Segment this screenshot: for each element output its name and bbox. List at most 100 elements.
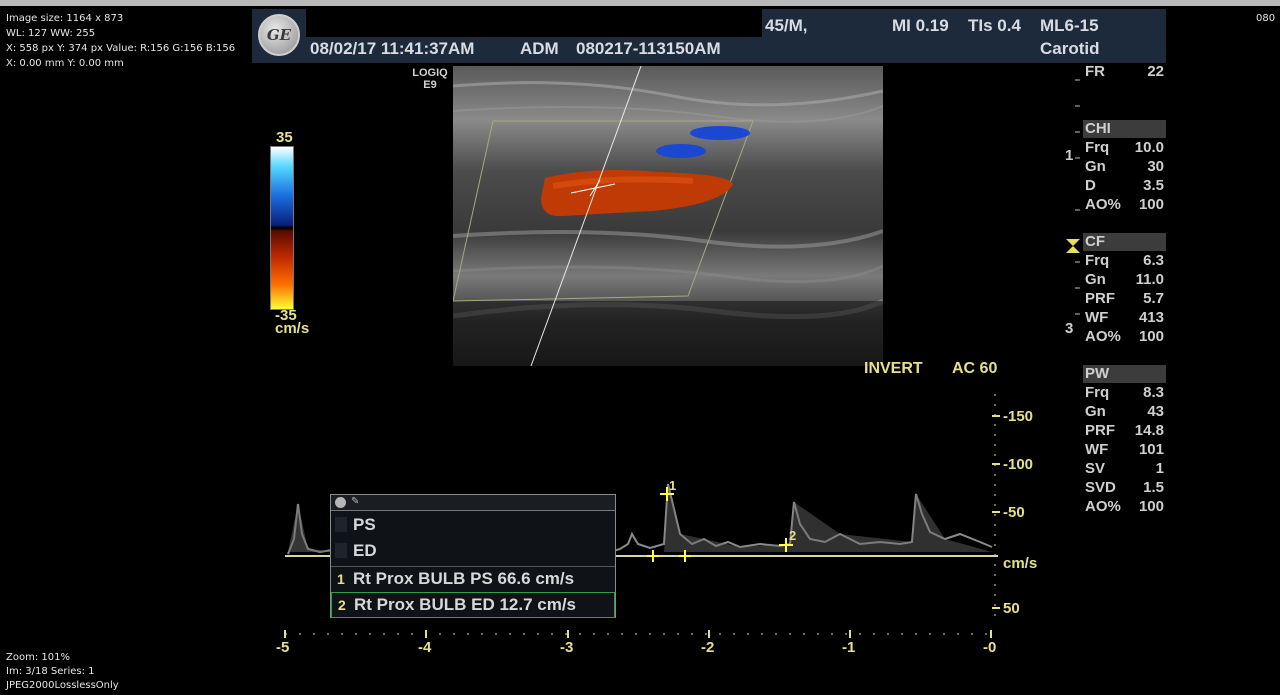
- section-pw-title: PW: [1085, 365, 1110, 382]
- param-key: D: [1085, 177, 1096, 194]
- caliper-ps-label: 1: [669, 478, 677, 493]
- cursor-mm-text: X: 0.00 mm Y: 0.00 mm: [6, 58, 124, 69]
- param-value: 8.3: [1143, 384, 1164, 401]
- measurement-result-text: Rt Prox BULB PS 66.6 cm/s: [353, 569, 575, 588]
- param-value: 3.5: [1143, 177, 1164, 194]
- depth-label-3: 3: [1065, 320, 1074, 337]
- param-row: Gn 30: [1085, 158, 1164, 177]
- time-tick-label: -5: [276, 639, 290, 656]
- image-size-text: Image size: 1164 x 873: [6, 13, 124, 24]
- param-key: Frq: [1085, 139, 1110, 156]
- param-value: 1.5: [1143, 479, 1164, 496]
- param-row: AO% 100: [1085, 328, 1164, 347]
- param-key: PRF: [1085, 422, 1115, 439]
- patient-age-sex: 45/M,: [765, 16, 808, 35]
- color-scale-unit: cm/s: [275, 320, 310, 337]
- exam-id: 080217-113150AM: [576, 39, 721, 58]
- focus-marker-icon[interactable]: [1066, 239, 1080, 253]
- param-row: SVD 1.5: [1085, 479, 1164, 498]
- section-chi-header: CHI: [1083, 120, 1166, 138]
- velocity-unit-label: cm/s: [1003, 555, 1038, 572]
- measurement-result-selected[interactable]: 2 Rt Prox BULB ED 12.7 cm/s: [331, 592, 615, 618]
- param-row: PRF 14.8: [1085, 422, 1164, 441]
- param-value: 413: [1138, 309, 1164, 326]
- series-text: Im: 3/18 Series: 1: [6, 666, 95, 677]
- device-variant: E9: [423, 79, 437, 91]
- param-value: 10.0: [1134, 139, 1164, 156]
- panel-grip-icon[interactable]: ✎: [351, 496, 359, 507]
- param-key: WF: [1085, 309, 1109, 326]
- time-tick-label: -2: [701, 639, 715, 656]
- param-key: SV: [1085, 460, 1106, 477]
- cursor-value-text: X: 558 px Y: 374 px Value: R:156 G:156 B…: [6, 43, 236, 54]
- param-fr-key: FR: [1085, 63, 1105, 80]
- time-tick-label: -4: [418, 639, 432, 656]
- color-scale-max: 35: [276, 129, 293, 146]
- time-tick-label: -3: [560, 639, 574, 656]
- section-chi-title: CHI: [1085, 120, 1111, 137]
- param-key: SVD: [1085, 479, 1116, 496]
- param-value: 100: [1138, 498, 1164, 515]
- operator-label: ADM: [520, 39, 559, 58]
- exam-datetime: 08/02/17 11:41:37AM: [310, 39, 475, 58]
- measurement-item-label: PS: [353, 515, 376, 534]
- measurement-result-text: Rt Prox BULB ED 12.7 cm/s: [354, 595, 577, 614]
- zoom-text: Zoom: 101%: [6, 652, 70, 663]
- time-tick-label: -0: [983, 639, 997, 656]
- measurement-panel: ✎ PS ED 1 Rt Prox BULB PS 66.6 cm/s 2 Rt…: [330, 494, 616, 618]
- param-key: Frq: [1085, 252, 1110, 269]
- param-row: Frq 6.3: [1085, 252, 1164, 271]
- section-cf-header: CF: [1083, 233, 1166, 251]
- param-value: 11.0: [1135, 271, 1164, 288]
- param-row: WF 101: [1085, 441, 1164, 460]
- param-row: PRF 5.7: [1085, 290, 1164, 309]
- param-row: Frq 10.0: [1085, 139, 1164, 158]
- param-key: AO%: [1085, 196, 1121, 213]
- mechanical-index: MI 0.19: [892, 16, 949, 35]
- thermal-index: TIs 0.4: [968, 16, 1021, 35]
- param-key: WF: [1085, 441, 1109, 458]
- velocity-tick-label: -150: [1003, 408, 1034, 425]
- param-value: 30: [1147, 158, 1164, 175]
- velocity-tick-label: 50: [1003, 600, 1020, 617]
- window-top-bar: [0, 0, 1280, 6]
- device-label: LOGIQ E9: [410, 67, 450, 91]
- panel-menu-icon[interactable]: [335, 497, 346, 508]
- measurement-panel-titlebar[interactable]: ✎: [331, 495, 615, 511]
- measurement-item-label: ED: [353, 541, 377, 560]
- device-model: LOGIQ: [412, 67, 448, 79]
- color-velocity-bar: [270, 146, 294, 310]
- param-row: Frq 8.3: [1085, 384, 1164, 403]
- param-value: 100: [1138, 196, 1164, 213]
- caliper-time-marker-a: [647, 550, 659, 562]
- param-value: 43: [1147, 403, 1164, 420]
- measurement-result[interactable]: 1 Rt Prox BULB PS 66.6 cm/s: [331, 566, 615, 591]
- depth-label-1: 1: [1065, 147, 1074, 164]
- param-key: Gn: [1085, 403, 1106, 420]
- measurement-item-swatch: [335, 543, 347, 558]
- invert-label: INVERT: [864, 360, 923, 377]
- depth-ruler-ticks: [1075, 79, 1080, 315]
- probe-name: ML6-15: [1040, 16, 1099, 35]
- measurement-item[interactable]: ED: [331, 539, 615, 564]
- param-key: PRF: [1085, 290, 1115, 307]
- measurement-item-swatch: [335, 517, 347, 532]
- angle-correction-label: AC 60: [952, 360, 998, 377]
- param-key: AO%: [1085, 498, 1121, 515]
- param-row: Gn 43: [1085, 403, 1164, 422]
- corner-label: 080: [1256, 13, 1276, 24]
- param-key: AO%: [1085, 328, 1121, 345]
- preset-name: Carotid: [1040, 39, 1100, 58]
- velocity-tick-label: -50: [1003, 504, 1025, 521]
- viewer-info: Image size: 1164 x 873 WL: 127 WW: 255 X…: [6, 11, 235, 71]
- focus-marker-glyph: [1066, 239, 1080, 253]
- param-value: 5.7: [1143, 290, 1164, 307]
- measurement-item[interactable]: PS: [331, 513, 615, 538]
- ultrasound-image[interactable]: [453, 66, 883, 366]
- param-fr-value: 22: [1147, 63, 1164, 80]
- param-row: AO% 100: [1085, 196, 1164, 215]
- param-row: SV 1: [1085, 460, 1164, 479]
- param-row: D 3.5: [1085, 177, 1164, 196]
- param-row: AO% 100: [1085, 498, 1164, 517]
- param-key: Gn: [1085, 158, 1106, 175]
